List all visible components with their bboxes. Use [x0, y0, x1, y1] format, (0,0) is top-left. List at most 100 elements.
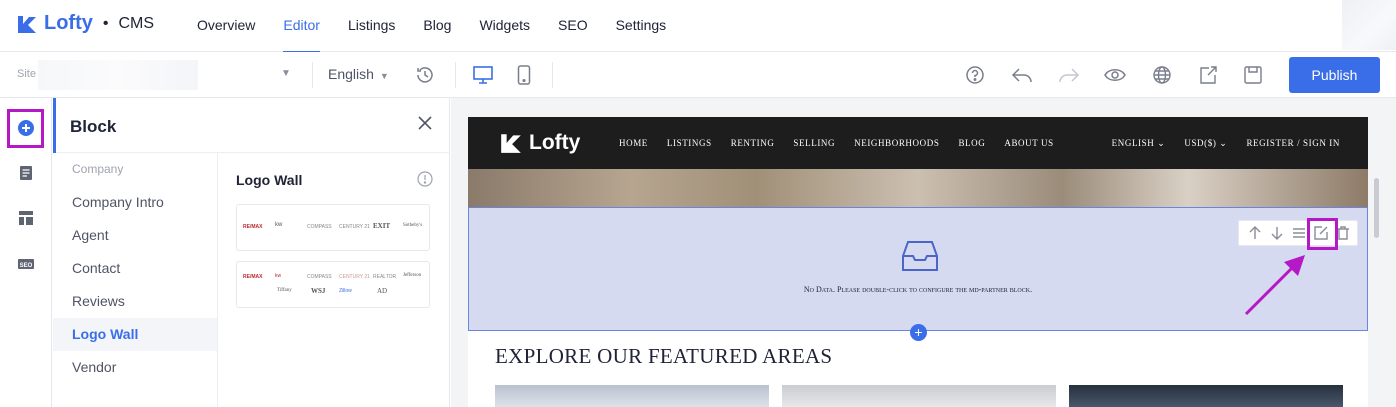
chevron-down-icon: ▼ [379, 71, 389, 81]
category-contact[interactable]: Contact [53, 252, 217, 285]
language-select[interactable]: English ▼ [328, 66, 389, 82]
canvas-scrollbar[interactable] [1374, 178, 1379, 238]
menu-icon[interactable] [1291, 225, 1307, 241]
nav-widgets[interactable]: Widgets [479, 0, 530, 52]
category-logo-wall[interactable]: Logo Wall [53, 318, 217, 351]
block-panel: Block Company Company Intro Agent Contac… [53, 98, 450, 407]
editor-canvas: Lofty HOME LISTINGS RENTING SELLING NEIG… [451, 98, 1396, 407]
desktop-icon[interactable] [472, 64, 494, 86]
brand-separator: • [102, 14, 109, 32]
logo-wall-template-1[interactable]: RE/MAX kw COMPASS CENTURY 21 EXIT Sotheb… [236, 204, 430, 251]
card-logo: COMPASS [307, 274, 332, 280]
area-thumbnail[interactable] [495, 385, 769, 407]
category-company-intro[interactable]: Company Intro [53, 186, 217, 219]
top-nav: Lofty • CMS Overview Editor Listings Blo… [0, 0, 1396, 53]
site-caret-icon[interactable]: ▼ [281, 68, 291, 79]
mobile-icon[interactable] [513, 64, 535, 86]
editor-toolbar: Site ▼ English ▼ Publish [0, 52, 1396, 98]
card-logo: Jefferson [403, 273, 422, 278]
hero-image [468, 169, 1368, 207]
nav-overview[interactable]: Overview [197, 0, 255, 52]
help-icon[interactable] [964, 64, 986, 86]
site-menu: HOME LISTINGS RENTING SELLING NEIGHBORHO… [619, 138, 1054, 148]
seo-icon-label: SEO [20, 263, 33, 269]
section-title: EXPLORE OUR FEATURED AREAS [495, 344, 833, 368]
nav-editor[interactable]: Editor [283, 0, 320, 53]
category-list: Company Company Intro Agent Contact Revi… [53, 153, 218, 407]
site-language-select[interactable]: ENGLISH ⌄ [1112, 138, 1166, 149]
site-header: Lofty HOME LISTINGS RENTING SELLING NEIG… [468, 117, 1368, 169]
site-menu-listings[interactable]: LISTINGS [667, 138, 712, 148]
site-logo-text: Lofty [529, 131, 581, 154]
arrow-up-icon[interactable] [1247, 225, 1263, 241]
card-logo: WSJ [311, 287, 326, 295]
md-partner-block[interactable]: No Data. Please double-click to configur… [468, 207, 1368, 331]
card-logo: COMPASS [307, 224, 332, 230]
card-logo: Tiffany [277, 288, 292, 293]
site-menu-neighborhoods[interactable]: NEIGHBORHOODS [854, 138, 939, 148]
card-logo: REALTOR [373, 274, 397, 280]
add-section-button[interactable]: + [910, 324, 927, 341]
card-logo: AD [377, 287, 388, 295]
divider [455, 62, 456, 88]
site-register-link[interactable]: REGISTER / SIGN IN [1246, 138, 1340, 149]
redo-icon[interactable] [1058, 64, 1080, 86]
main-nav: Overview Editor Listings Blog Widgets SE… [197, 0, 694, 53]
card-logo: kw [275, 273, 282, 279]
history-icon[interactable] [414, 64, 436, 86]
logo-wall-template-2[interactable]: RE/MAX kw COMPASS CENTURY 21 REALTOR Jef… [236, 261, 430, 308]
export-icon[interactable] [1197, 64, 1219, 86]
nav-blog[interactable]: Blog [423, 0, 451, 52]
card-logo: CENTURY 21 [339, 224, 370, 230]
site-menu-blog[interactable]: BLOG [958, 138, 985, 148]
site-logo[interactable]: Lofty [499, 131, 580, 155]
info-icon[interactable] [417, 171, 433, 187]
save-icon[interactable] [1242, 64, 1264, 86]
lofty-logo-icon [18, 15, 36, 33]
site-preview: Lofty HOME LISTINGS RENTING SELLING NEIG… [468, 117, 1368, 407]
site-select[interactable] [38, 60, 198, 90]
highlight-add-block [7, 109, 44, 148]
site-menu-about[interactable]: ABOUT US [1004, 138, 1053, 148]
card-logo: kw [275, 222, 283, 228]
seo-icon[interactable]: SEO [16, 254, 36, 274]
nav-seo[interactable]: SEO [558, 0, 588, 52]
category-group-company: Company [72, 162, 124, 176]
brand-name: Lofty [44, 12, 93, 34]
panel-accent-bar [53, 98, 56, 153]
brand-product: CMS [118, 14, 155, 32]
site-currency-select[interactable]: USD($) ⌄ [1184, 138, 1227, 149]
pages-icon[interactable] [16, 163, 36, 183]
site-logo-icon [501, 134, 521, 153]
highlight-edit-button [1307, 218, 1338, 250]
undo-icon[interactable] [1011, 64, 1033, 86]
category-reviews[interactable]: Reviews [53, 285, 217, 318]
site-menu-home[interactable]: HOME [619, 138, 648, 148]
empty-message: No Data. Please double-click to configur… [803, 285, 1033, 294]
block-toolbar [1238, 220, 1358, 246]
category-agent[interactable]: Agent [53, 219, 217, 252]
blocks-title: Logo Wall [236, 172, 303, 188]
brand[interactable]: Lofty • CMS [16, 12, 154, 35]
area-thumbnail[interactable] [782, 385, 1056, 407]
close-icon[interactable] [416, 114, 434, 132]
area-thumbnail[interactable] [1069, 385, 1343, 407]
category-vendor[interactable]: Vendor [53, 351, 217, 384]
nav-listings[interactable]: Listings [348, 0, 395, 52]
site-menu-selling[interactable]: SELLING [793, 138, 835, 148]
card-logo: CENTURY 21 [339, 274, 370, 280]
publish-button[interactable]: Publish [1289, 57, 1380, 93]
layout-icon[interactable] [16, 208, 36, 228]
nav-settings[interactable]: Settings [616, 0, 667, 52]
avatar[interactable] [1342, 0, 1396, 50]
divider [312, 62, 313, 88]
globe-icon[interactable] [1151, 64, 1173, 86]
site-menu-renting[interactable]: RENTING [731, 138, 775, 148]
card-logo: Zillow [339, 288, 352, 294]
preview-icon[interactable] [1104, 64, 1126, 86]
language-label: English [328, 66, 374, 82]
card-logo: EXIT [373, 222, 391, 230]
card-logo: RE/MAX [243, 224, 263, 230]
divider [552, 62, 553, 88]
arrow-down-icon[interactable] [1269, 225, 1285, 241]
